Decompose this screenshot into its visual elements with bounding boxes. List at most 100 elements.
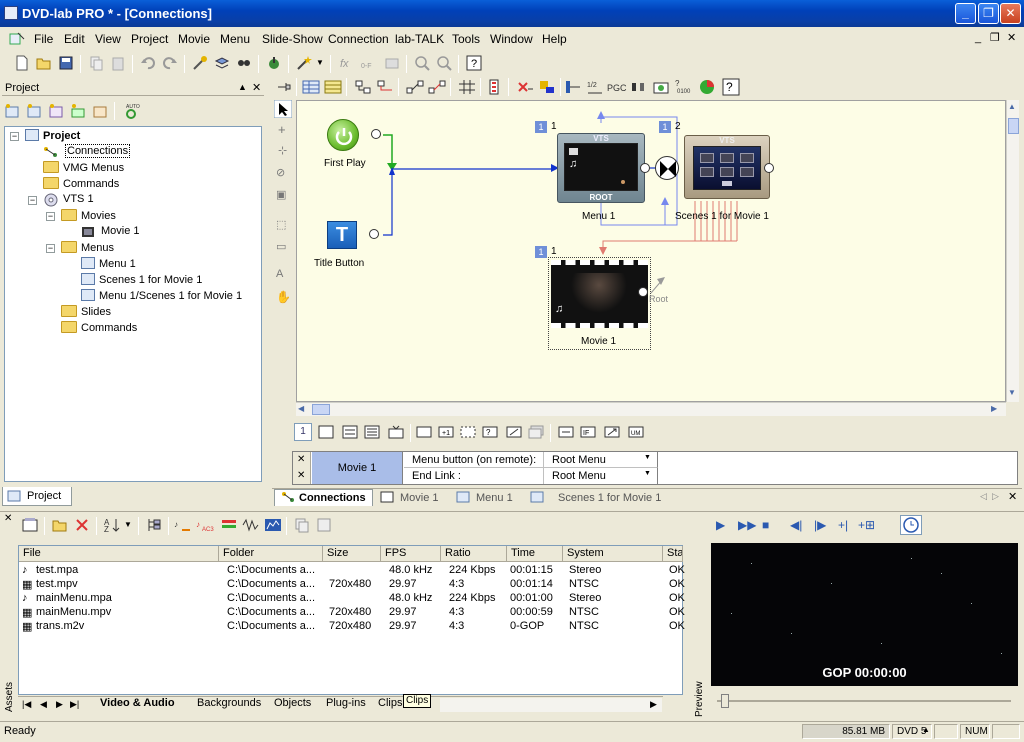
frame-tool-icon[interactable]: ▭ [276, 240, 286, 253]
tree-menu1-scenes1[interactable]: Menu 1/Scenes 1 for Movie 1 [81, 289, 242, 302]
col-folder[interactable]: Folder [219, 546, 323, 562]
clock-button[interactable] [900, 515, 922, 535]
export-frame-icon[interactable] [506, 425, 522, 439]
close-button[interactable]: ✕ [1000, 3, 1021, 24]
tree-vts-commands[interactable]: Commands [61, 321, 137, 334]
wizard-icon[interactable] [192, 55, 208, 71]
add-vts-icon[interactable] [70, 103, 86, 119]
tab-prev-arrow[interactable]: ◀ [40, 699, 47, 710]
tree-slides[interactable]: Slides [61, 305, 111, 318]
tree-movies[interactable]: Movies [61, 209, 116, 222]
audio-icon[interactable]: ♪ [174, 517, 192, 533]
menu-project[interactable]: Project [131, 32, 168, 46]
stop-button[interactable]: ■ [762, 518, 769, 532]
delete-link-icon[interactable] [516, 79, 534, 95]
tree-connections[interactable]: Connections [43, 144, 131, 158]
um-icon[interactable]: UM [628, 425, 644, 439]
chevron-down-icon[interactable]: ▼ [644, 470, 651, 477]
tabs-scroll-right[interactable]: ▷ [992, 491, 999, 502]
sort-dropdown-arrow[interactable]: ▼ [124, 520, 132, 529]
add-menu-icon[interactable] [4, 103, 20, 119]
add-vmg-menu-icon[interactable] [26, 103, 42, 119]
col-status[interactable]: Sta [663, 546, 683, 562]
table-row[interactable]: ▦ test.mpv C:\Documents a... 720x480 29.… [19, 577, 685, 591]
props-close-button[interactable]: ✕ [297, 454, 305, 465]
link-icon[interactable] [406, 79, 424, 95]
tab-plug-ins[interactable]: Plug-ins [326, 697, 366, 709]
menu-lab-talk[interactable]: lab-TALK [395, 32, 444, 46]
table-row[interactable]: ▦ trans.m2v C:\Documents a... 720x480 29… [19, 619, 685, 633]
waveform-icon[interactable] [242, 517, 260, 533]
play-button[interactable]: ▶ [716, 518, 725, 532]
layers-icon[interactable] [214, 55, 230, 71]
connections-canvas[interactable]: First Play T Title Button 1 1 VTS ♫ ROOT… [296, 100, 1006, 402]
scroll-right-arrow[interactable]: ▶ [991, 404, 997, 413]
menu1-connector[interactable] [640, 163, 650, 173]
end-link-select[interactable]: Root Menu ▼ [544, 468, 658, 484]
menu-movie[interactable]: Movie [178, 32, 210, 46]
tab-connections[interactable]: Connections [274, 489, 373, 506]
numbered-frame-icon[interactable]: +1 [438, 425, 454, 439]
fast-forward-button[interactable]: ▶▶ [738, 518, 756, 532]
tree-movie-1[interactable]: Movie 1 [81, 225, 140, 237]
zoom-out-icon[interactable] [436, 55, 452, 71]
mark-in-button[interactable]: +| [838, 518, 848, 532]
add-tool-icon[interactable]: + [278, 122, 286, 137]
tree-vts-1[interactable]: VTS 1 [43, 193, 94, 207]
auto-gop-icon[interactable]: 0-F [360, 55, 376, 71]
tree-expander[interactable]: − [28, 196, 37, 205]
app-icon[interactable] [4, 6, 18, 20]
jump-icon[interactable] [558, 425, 574, 439]
asset-tabs-scrollbar[interactable]: ▶ [440, 698, 662, 712]
previous-frame-button[interactable]: ◀| [790, 518, 802, 532]
table-view-icon[interactable] [324, 79, 342, 95]
magic-wand-icon[interactable] [296, 55, 312, 71]
tabs-close-icon[interactable]: ✕ [1008, 490, 1017, 503]
timecode-icon[interactable]: ?0100 [674, 79, 696, 95]
auto-icon[interactable]: AUTO [122, 102, 140, 120]
col-size[interactable]: Size [323, 546, 381, 562]
menu-help[interactable]: Help [542, 32, 567, 46]
pin-icon[interactable] [276, 79, 292, 95]
page-1-button[interactable]: 1 [294, 423, 312, 441]
help-context-icon[interactable]: ? [722, 78, 740, 96]
grid-view-icon[interactable] [302, 79, 320, 95]
align-icon[interactable] [354, 79, 372, 95]
canvas-vertical-scrollbar[interactable]: ▲ ▼ [1006, 100, 1019, 402]
tab-first-arrow[interactable]: |◀ [22, 699, 31, 710]
project-bottom-tab[interactable]: Project [2, 487, 72, 506]
open-folder-icon[interactable] [52, 517, 68, 533]
table-row[interactable]: ▦ mainMenu.mpv C:\Documents a... 720x480… [19, 605, 685, 619]
marker-tool-icon[interactable]: ▣ [276, 188, 286, 201]
panel-close-icon[interactable]: ✕ [252, 81, 261, 94]
tree-expander[interactable]: − [10, 132, 19, 141]
link-red-icon[interactable] [428, 79, 446, 95]
undo-icon[interactable] [140, 55, 156, 71]
add-slideshow-icon[interactable] [92, 103, 108, 119]
frame-icon[interactable] [416, 425, 432, 439]
tab-menu-1[interactable]: Menu 1 [456, 491, 513, 504]
title-button-connector[interactable] [369, 229, 379, 239]
chain-icon[interactable] [564, 79, 582, 95]
seek-thumb[interactable] [721, 694, 729, 708]
assets-close-icon[interactable]: ✕ [4, 513, 12, 524]
scroll-right-arrow[interactable]: ▶ [650, 699, 657, 710]
transition-node[interactable] [655, 156, 679, 180]
pointer-tool-icon[interactable] [274, 100, 292, 118]
compile-icon[interactable] [266, 55, 282, 71]
new-file-icon[interactable] [14, 55, 30, 71]
question-frame-icon[interactable]: ? [482, 425, 498, 439]
menu-tools[interactable]: Tools [452, 32, 480, 46]
menu-edit[interactable]: Edit [64, 32, 85, 46]
menu-link-icon[interactable]: 1/2 [586, 79, 604, 95]
ac3-icon[interactable]: ♪AC3 [196, 517, 214, 533]
disc-type-arrow[interactable]: ▲ [922, 725, 930, 734]
tree-view-icon[interactable] [146, 517, 162, 533]
open-folder-icon[interactable] [36, 55, 52, 71]
tab-backgrounds[interactable]: Backgrounds [197, 697, 261, 709]
hand-tool-icon[interactable]: ✋ [276, 290, 291, 304]
properties-asset-icon[interactable] [316, 517, 332, 533]
mdi-restore-button[interactable]: ❐ [990, 31, 1000, 44]
levels-icon[interactable] [220, 517, 238, 533]
copy-asset-icon[interactable] [294, 517, 310, 533]
